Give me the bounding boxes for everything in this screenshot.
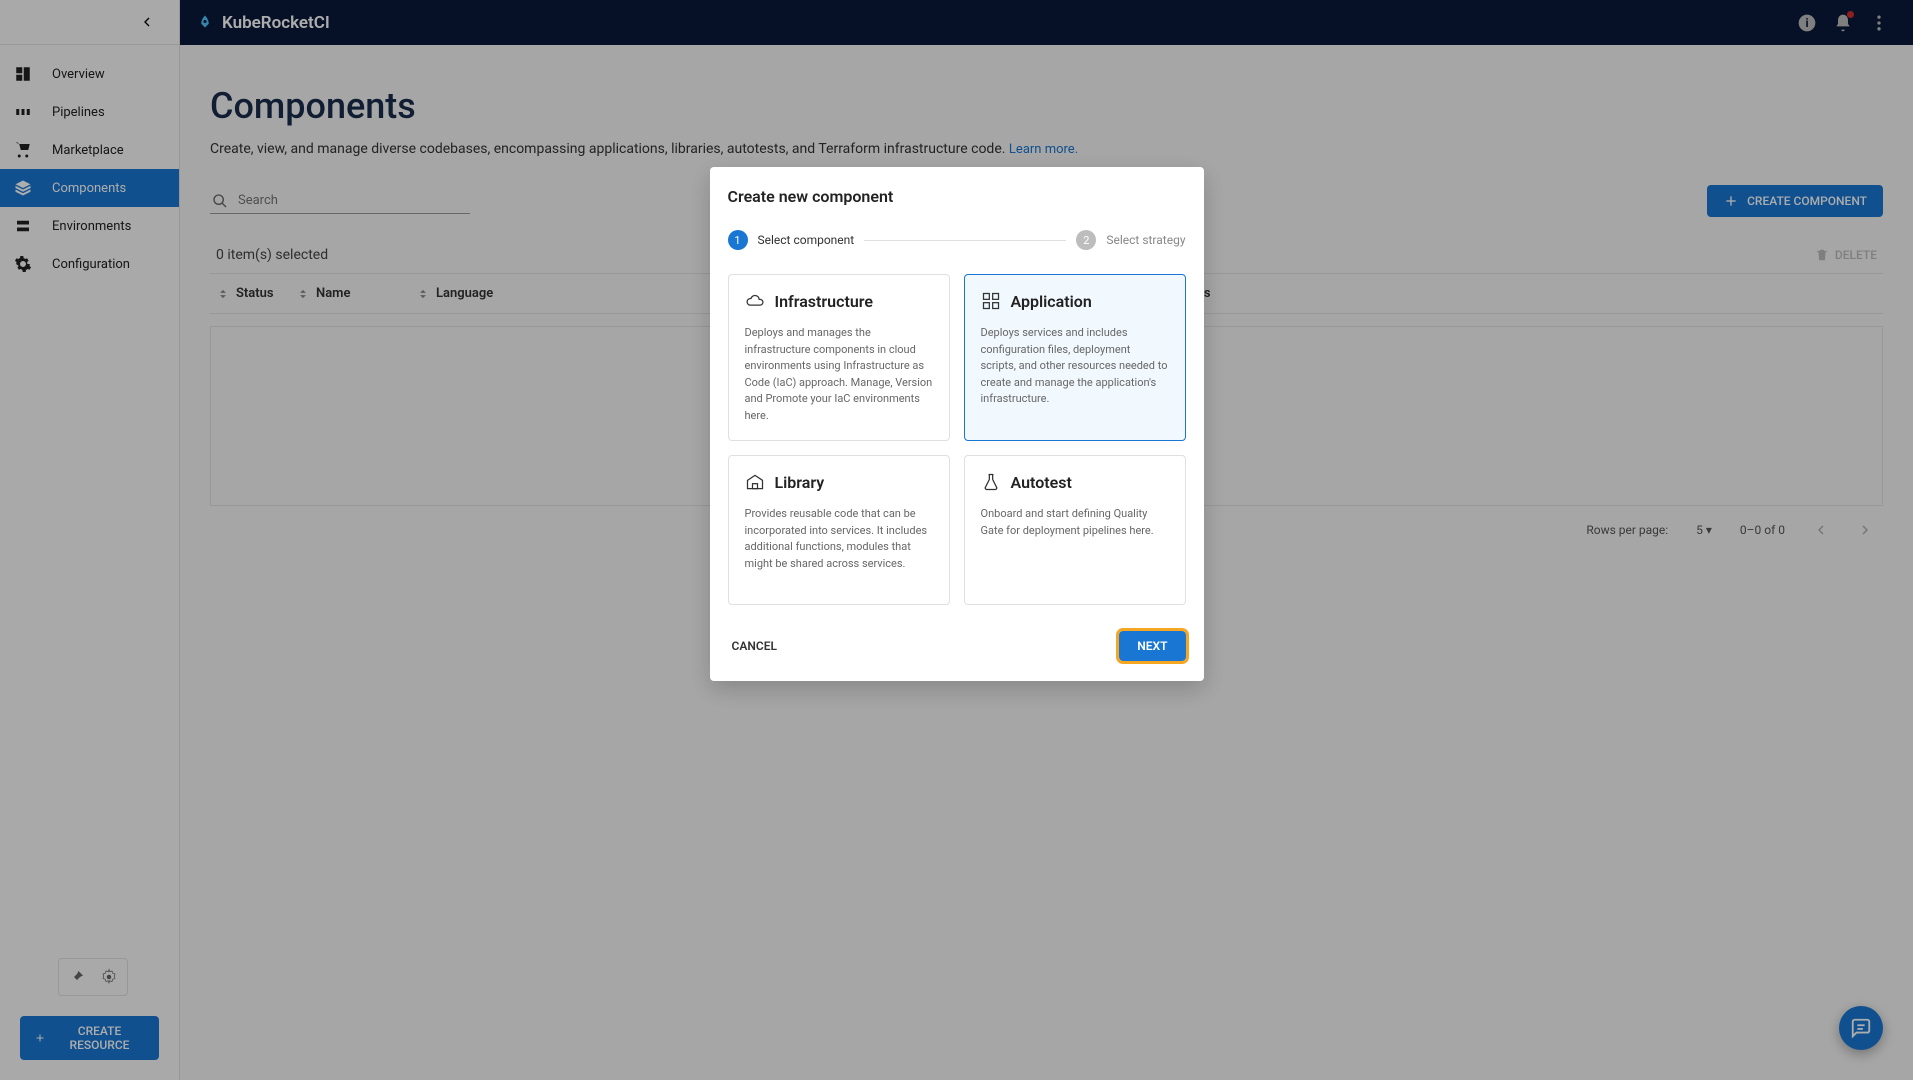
create-component-modal: Create new component 1 Select component … [710, 167, 1204, 681]
card-title: Application [1011, 292, 1092, 311]
card-library[interactable]: Library Provides reusable code that can … [728, 455, 950, 605]
card-title: Library [775, 473, 825, 492]
step-1: 1 Select component [728, 230, 855, 250]
stepper: 1 Select component 2 Select strategy [728, 230, 1186, 250]
card-desc: Onboard and start defining Quality Gate … [981, 506, 1169, 539]
card-desc: Deploys and manages the infrastructure c… [745, 325, 933, 424]
card-desc: Deploys services and includes configurat… [981, 325, 1169, 408]
card-application[interactable]: Application Deploys services and include… [964, 274, 1186, 441]
cloud-icon [745, 291, 765, 311]
library-icon [745, 472, 765, 492]
modal-title: Create new component [728, 187, 1186, 206]
card-autotest[interactable]: Autotest Onboard and start defining Qual… [964, 455, 1186, 605]
grid-icon [981, 291, 1001, 311]
card-title: Infrastructure [775, 292, 873, 311]
modal-overlay[interactable]: Create new component 1 Select component … [0, 0, 1913, 1080]
flask-icon [981, 472, 1001, 492]
step-2: 2 Select strategy [1076, 230, 1185, 250]
card-title: Autotest [1011, 473, 1072, 492]
cancel-button[interactable]: CANCEL [728, 631, 781, 661]
card-desc: Provides reusable code that can be incor… [745, 506, 933, 572]
next-button[interactable]: NEXT [1119, 631, 1185, 661]
card-infrastructure[interactable]: Infrastructure Deploys and manages the i… [728, 274, 950, 441]
